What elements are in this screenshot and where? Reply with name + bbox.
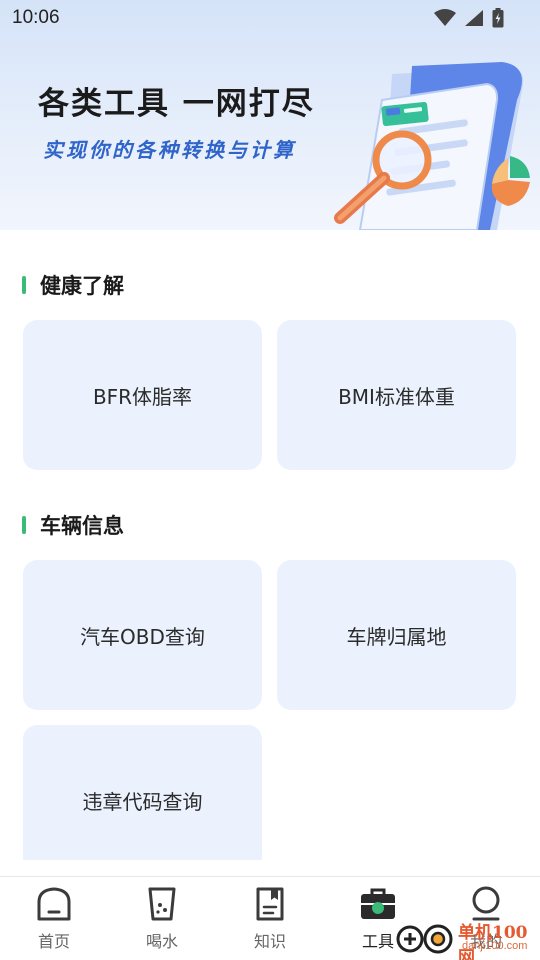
section-health-header: 健康了解 (22, 270, 124, 300)
hero-title: 各类工具 一网打尽 (38, 86, 315, 122)
tab-label: 知识 (253, 932, 286, 951)
watermark-text: 单机100网 (458, 923, 528, 960)
book-icon (250, 885, 290, 923)
tool-card-label: 车牌归属地 (346, 624, 447, 649)
hero-banner: 10:06 各类工具 一网打尽 实现你的各种转换与计算 (0, 0, 540, 230)
tab-knowledge[interactable]: 知识 (220, 885, 320, 955)
signal-icon (465, 10, 483, 26)
tab-label: 首页 (37, 932, 70, 951)
watermark: 单机100网 danji100.com (396, 916, 540, 960)
tab-label: 喝水 (145, 932, 178, 951)
tool-card-plate-location[interactable]: 车牌归属地 (277, 560, 516, 710)
section-accent-bar (22, 276, 26, 294)
section-accent-bar (22, 516, 26, 534)
watermark-url: danji100.com (462, 940, 528, 952)
tab-water[interactable]: 喝水 (112, 885, 212, 955)
section-vehicle-title: 车辆信息 (40, 514, 124, 538)
status-bar: 10:06 (0, 0, 540, 36)
home-icon (34, 885, 74, 923)
tool-card-bfr[interactable]: BFR体脂率 (23, 320, 262, 470)
tab-label: 工具 (361, 932, 394, 951)
document-magnifier-illustration (334, 62, 530, 230)
tool-card-violation-code[interactable]: 违章代码查询 (23, 725, 262, 860)
status-icons (434, 8, 504, 28)
section-health-title: 健康了解 (40, 274, 124, 298)
tools-content: 健康了解 BFR体脂率 BMI标准体重 车辆信息 汽车OBD查询 车牌归属地 违… (0, 230, 540, 860)
tool-card-obd[interactable]: 汽车OBD查询 (23, 560, 262, 710)
tool-card-label: BMI标准体重 (338, 384, 455, 409)
tool-card-bmi[interactable]: BMI标准体重 (277, 320, 516, 470)
battery-charging-icon (492, 8, 504, 28)
wifi-icon (434, 9, 456, 26)
watermark-logo-icon (396, 924, 453, 954)
hero-subtitle: 实现你的各种转换与计算 (43, 138, 296, 162)
tool-card-label: BFR体脂率 (92, 384, 193, 409)
tool-card-label: 违章代码查询 (82, 789, 203, 814)
water-cup-icon (142, 885, 182, 923)
section-vehicle-header: 车辆信息 (22, 510, 124, 540)
tab-home[interactable]: 首页 (4, 885, 104, 955)
tool-card-label: 汽车OBD查询 (80, 624, 205, 649)
toolbox-icon (358, 885, 398, 923)
status-time: 10:06 (12, 7, 60, 28)
